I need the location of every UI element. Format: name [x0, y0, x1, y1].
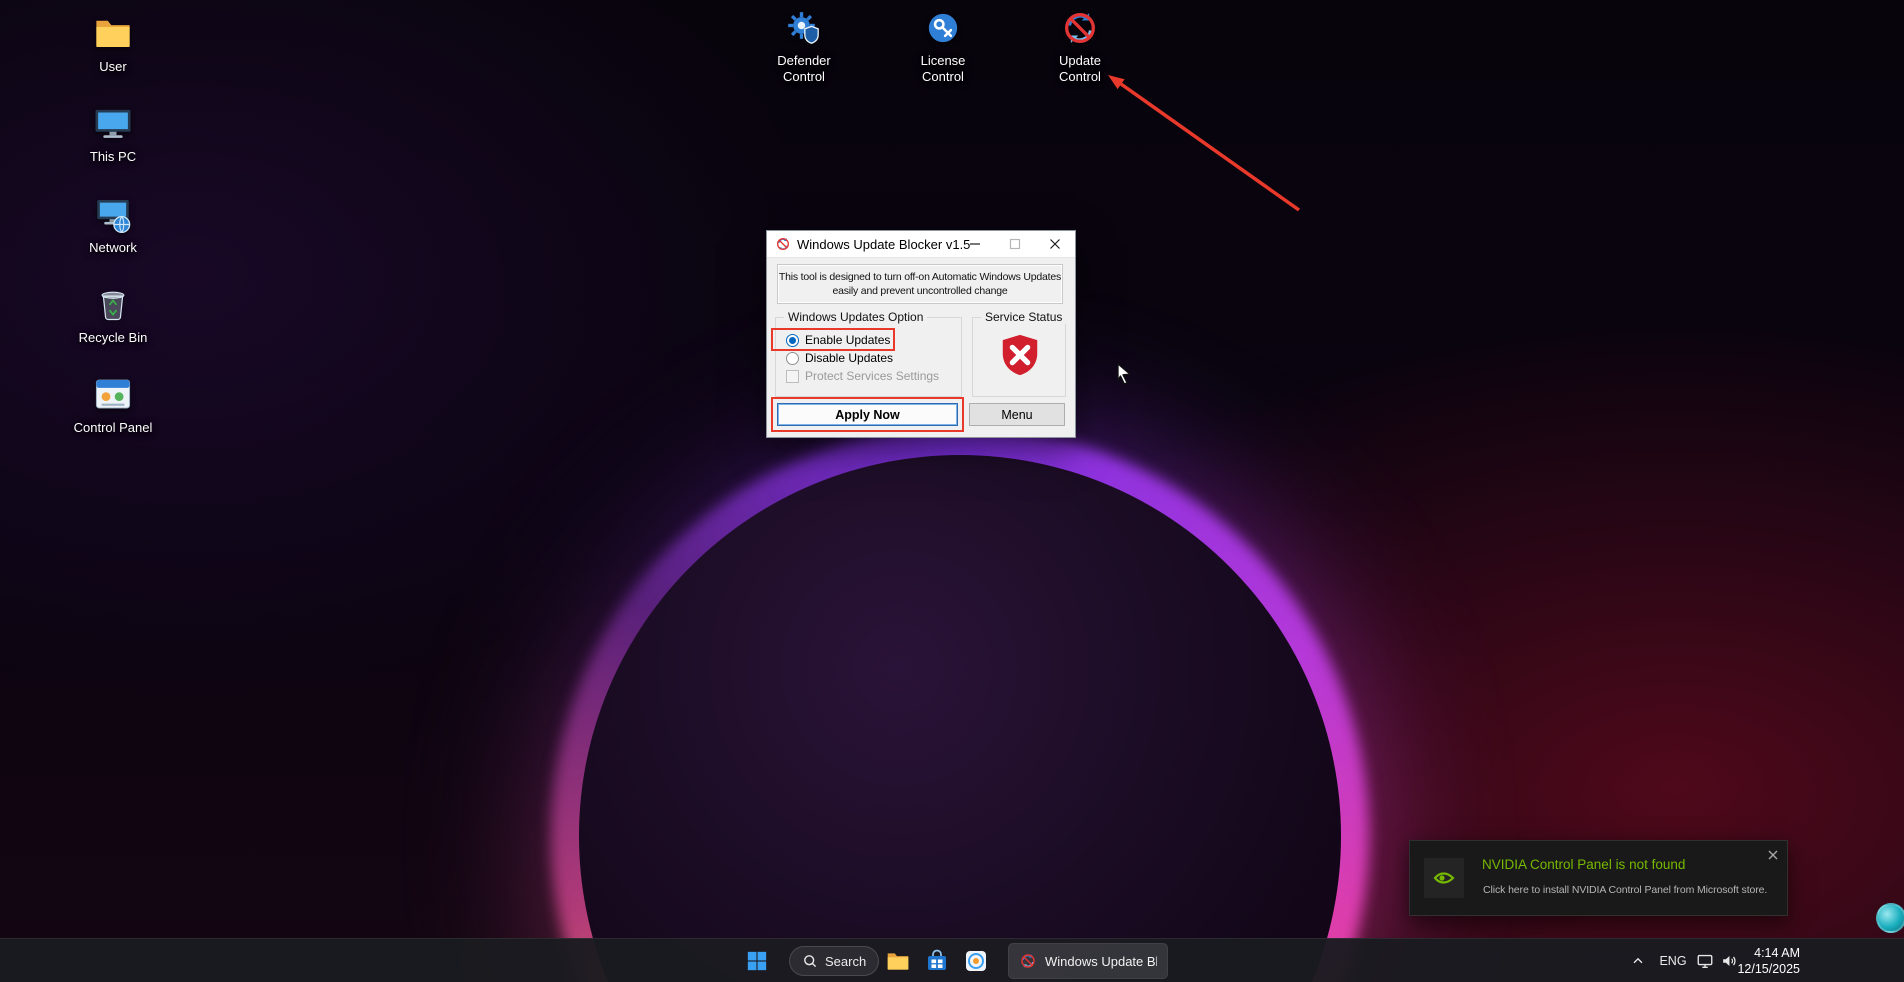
tray-language[interactable]: ENG	[1658, 939, 1688, 982]
desktop-icon-label: Control Panel	[74, 420, 153, 436]
group-title: Windows Updates Option	[784, 310, 927, 324]
taskbar-clock[interactable]: 4:14 AM 12/15/2025	[1737, 945, 1800, 977]
desktop-icon-label: Recycle Bin	[79, 330, 148, 346]
description-box: This tool is designed to turn off-on Aut…	[777, 264, 1063, 304]
desktop-icon-defender-control[interactable]: Defender Control	[756, 8, 852, 85]
license-control-icon	[923, 8, 963, 48]
desktop-icon-label: This PC	[90, 149, 136, 165]
microsoft-store-button[interactable]	[917, 941, 957, 981]
minimize-button[interactable]	[955, 231, 995, 257]
floating-widget[interactable]	[1876, 903, 1904, 933]
desktop-icon-license-control[interactable]: License Control	[895, 8, 991, 85]
desktop-icon-control-panel[interactable]: Control Panel	[68, 373, 158, 436]
start-button[interactable]	[737, 941, 777, 981]
network-tray-icon	[1696, 952, 1714, 970]
microsoft-store-icon	[924, 948, 950, 974]
checkbox[interactable]	[786, 370, 799, 383]
menu-label: Menu	[1001, 408, 1032, 422]
nvidia-notification[interactable]: NVIDIA Control Panel is not found Click …	[1409, 840, 1788, 916]
search-icon	[802, 953, 818, 969]
language-label: ENG	[1659, 954, 1686, 968]
menu-button[interactable]: Menu	[969, 403, 1065, 426]
tray-time: 4:14 AM	[1737, 945, 1800, 961]
photos-button[interactable]	[956, 941, 996, 981]
network-icon	[92, 193, 134, 235]
service-status-group: Service Status	[972, 317, 1066, 397]
desktop-icon-user[interactable]: User	[68, 12, 158, 75]
tray-chevron-button[interactable]	[1627, 939, 1649, 982]
nvidia-logo	[1424, 858, 1464, 898]
service-stopped-shield-icon	[997, 332, 1043, 378]
user-folder-icon	[92, 12, 134, 54]
desktop-icon-label: Network	[89, 240, 137, 256]
nvidia-eye-icon	[1430, 864, 1458, 892]
tray-date: 12/15/2025	[1737, 961, 1800, 977]
annotation-box-enable-updates	[771, 328, 895, 351]
window-title: Windows Update Blocker v1.5	[797, 237, 970, 252]
file-explorer-icon	[885, 948, 911, 974]
annotation-arrow	[1080, 58, 1320, 228]
tray-network-button[interactable]	[1693, 939, 1717, 982]
taskbar-search[interactable]: Search	[789, 946, 879, 976]
notification-close-button[interactable]	[1765, 847, 1781, 863]
file-explorer-button[interactable]	[878, 941, 918, 981]
radio-label: Disable Updates	[805, 351, 893, 365]
update-blocker-icon	[1019, 951, 1037, 971]
desktop-icon-label: License Control	[910, 53, 976, 85]
this-pc-icon	[92, 102, 134, 144]
checkbox-label: Protect Services Settings	[805, 369, 939, 383]
taskbar: Search Windows Update Blocker ENG 4:14 A…	[0, 938, 1904, 982]
taskbar-app-update-blocker[interactable]: Windows Update Blocker	[1008, 943, 1168, 979]
update-control-icon	[1060, 8, 1100, 48]
desktop-icon-recycle-bin[interactable]: Recycle Bin	[68, 283, 158, 346]
notification-title[interactable]: NVIDIA Control Panel is not found	[1482, 857, 1685, 872]
desktop-icon-this-pc[interactable]: This PC	[68, 102, 158, 165]
description-line2: easily and prevent uncontrolled change	[832, 284, 1007, 298]
desktop: User This PC Network Recycle Bin Control…	[0, 0, 1904, 982]
desktop-icon-network[interactable]: Network	[68, 193, 158, 256]
notification-body[interactable]: Click here to install NVIDIA Control Pan…	[1483, 884, 1767, 896]
radio-button[interactable]	[786, 352, 799, 365]
description-line1: This tool is designed to turn off-on Aut…	[779, 270, 1061, 284]
speaker-icon	[1720, 952, 1738, 970]
desktop-icon-label: User	[99, 59, 126, 75]
update-blocker-window: Windows Update Blocker v1.5 This tool is…	[766, 230, 1076, 438]
taskbar-app-label: Windows Update Blocker	[1045, 954, 1157, 969]
photos-icon	[963, 948, 989, 974]
maximize-button[interactable]	[995, 231, 1035, 257]
close-icon	[1767, 849, 1779, 861]
control-panel-icon	[92, 373, 134, 415]
close-icon	[1049, 238, 1061, 250]
recycle-bin-icon	[92, 283, 134, 325]
chevron-up-icon	[1631, 954, 1645, 968]
maximize-icon	[1009, 238, 1021, 250]
annotation-box-apply-now	[771, 397, 964, 432]
app-icon	[775, 236, 791, 252]
desktop-icon-label: Defender Control	[771, 53, 837, 85]
defender-control-icon	[784, 8, 824, 48]
search-label: Search	[825, 954, 866, 969]
windows-start-icon	[746, 950, 768, 972]
minimize-icon	[969, 238, 981, 250]
close-button[interactable]	[1035, 231, 1075, 257]
mouse-cursor	[1112, 361, 1136, 385]
protect-services-checkbox[interactable]: Protect Services Settings	[786, 368, 939, 384]
disable-updates-radio[interactable]: Disable Updates	[786, 350, 893, 366]
group-title: Service Status	[981, 310, 1066, 324]
